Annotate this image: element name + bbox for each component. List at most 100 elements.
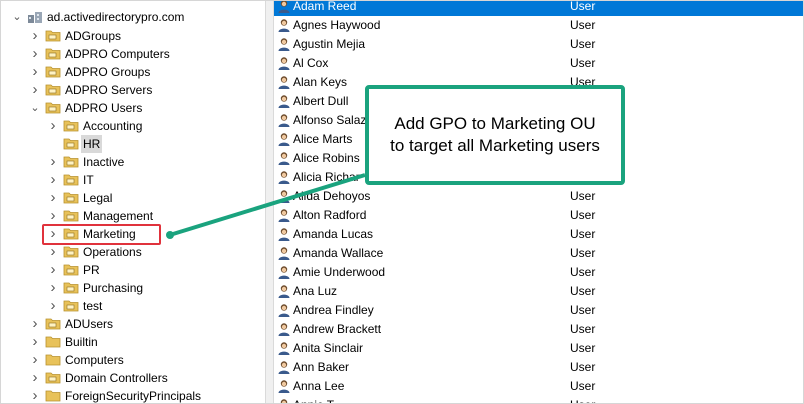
tree-item-label: PR <box>83 263 100 277</box>
tree-item-inactive[interactable]: › Inactive <box>1 153 265 171</box>
object-type: User <box>570 284 596 298</box>
chevron-right-icon[interactable]: › <box>29 27 41 45</box>
object-type: User <box>570 379 596 393</box>
list-item[interactable]: Adam Reed User <box>274 1 803 16</box>
tree-item-label: ADUsers <box>65 317 114 331</box>
tree-item-purchasing[interactable]: › Purchasing <box>1 279 265 297</box>
chevron-right-icon[interactable]: › <box>47 297 59 315</box>
user-name: Adam Reed <box>293 1 357 13</box>
user-name: Alicia Richar <box>293 170 360 184</box>
tree-item-label: Accounting <box>83 119 143 133</box>
tree-item-pr[interactable]: › PR <box>1 261 265 279</box>
tree-root-label: ad.activedirectorypro.com <box>47 10 185 24</box>
tree-item-builtin[interactable]: › Builtin <box>1 333 265 351</box>
tree-item-hr[interactable]: HR <box>1 135 265 153</box>
list-item[interactable]: Alton Radford User <box>274 206 803 225</box>
tree-root-domain[interactable]: ⌄ ad.activedirectorypro.com <box>1 8 265 26</box>
chevron-right-icon[interactable]: › <box>47 153 59 171</box>
tree-item-label: Builtin <box>65 335 98 349</box>
tree-item-test[interactable]: › test <box>1 297 265 315</box>
tree-item-label: ADPRO Computers <box>65 47 170 61</box>
list-item[interactable]: Ann Baker User <box>274 358 803 377</box>
list-item[interactable]: Alida Dehoyos User <box>274 187 803 206</box>
tree-item-computers[interactable]: › Computers <box>1 351 265 369</box>
tree-item-domain-controllers[interactable]: › Domain Controllers <box>1 369 265 387</box>
tree-item-label: ADPRO Servers <box>65 83 153 97</box>
chevron-right-icon[interactable]: › <box>29 315 41 333</box>
list-item[interactable]: Anna Lee User <box>274 377 803 396</box>
user-name: Albert Dull <box>293 94 349 108</box>
tree-item-adpro-groups[interactable]: › ADPRO Groups <box>1 63 265 81</box>
pane-splitter[interactable] <box>265 1 274 403</box>
chevron-right-icon[interactable]: › <box>29 81 41 99</box>
user-name: Alan Keys <box>293 75 348 89</box>
list-item[interactable]: Amanda Lucas User <box>274 225 803 244</box>
object-type: User <box>570 18 596 32</box>
tree-item-label: ADPRO Groups <box>65 65 151 79</box>
tree-item-adgroups[interactable]: › ADGroups <box>1 27 265 45</box>
chevron-right-icon[interactable]: › <box>29 351 41 369</box>
console-tree: ⌄ ⌄ ad.activedirectorypro.com ›ADGroups›… <box>1 1 265 403</box>
list-item[interactable]: Amie Underwood User <box>274 263 803 282</box>
list-item[interactable]: Andrew Brackett User <box>274 320 803 339</box>
user-name: Ana Luz <box>293 284 338 298</box>
list-item[interactable]: Amanda Wallace User <box>274 244 803 263</box>
user-name: Anita Sinclair <box>293 341 364 355</box>
chevron-down-icon[interactable]: ⌄ <box>29 99 41 117</box>
list-item[interactable]: Anita Sinclair User <box>274 339 803 358</box>
list-item[interactable]: Al Cox User <box>274 54 803 73</box>
chevron-right-icon[interactable]: › <box>29 387 41 403</box>
user-name: Al Cox <box>293 56 329 70</box>
chevron-right-icon[interactable]: › <box>47 243 59 261</box>
chevron-right-icon[interactable]: › <box>29 369 41 387</box>
list-item[interactable]: Agustin Mejia User <box>274 35 803 54</box>
object-type: User <box>570 246 596 260</box>
tree-item-label: test <box>83 299 103 313</box>
user-name: Amie Underwood <box>293 265 386 279</box>
object-type: User <box>570 265 596 279</box>
tree-item-operations[interactable]: › Operations <box>1 243 265 261</box>
list-item[interactable]: Andrea Findley User <box>274 301 803 320</box>
tree-item-adusers[interactable]: › ADUsers <box>1 315 265 333</box>
list-item[interactable]: Agnes Haywood User <box>274 16 803 35</box>
user-name: Agnes Haywood <box>293 18 381 32</box>
tree-item-accounting[interactable]: › Accounting <box>1 117 265 135</box>
chevron-right-icon[interactable]: › <box>47 207 59 225</box>
chevron-right-icon[interactable]: › <box>47 279 59 297</box>
chevron-right-icon[interactable]: › <box>47 261 59 279</box>
object-type: User <box>570 56 596 70</box>
object-type: User <box>570 208 596 222</box>
chevron-right-icon[interactable]: › <box>47 171 59 189</box>
object-type: User <box>570 341 596 355</box>
object-type: User <box>570 322 596 336</box>
tree-item-it[interactable]: › IT <box>1 171 265 189</box>
tree-item-adpro-computers[interactable]: › ADPRO Computers <box>1 45 265 63</box>
chevron-down-icon[interactable]: ⌄ <box>11 8 23 26</box>
user-name: Alton Radford <box>293 208 367 222</box>
chevron-right-icon[interactable]: › <box>29 333 41 351</box>
tree-item-legal[interactable]: › Legal <box>1 189 265 207</box>
list-item[interactable]: Ana Luz User <box>274 282 803 301</box>
tree-item-label: HR <box>81 135 103 153</box>
tree-item-label: ADPRO Users <box>65 101 143 115</box>
tree-item-adpro-servers[interactable]: › ADPRO Servers <box>1 81 265 99</box>
chevron-right-icon[interactable]: › <box>47 189 59 207</box>
tree-item-label: Inactive <box>83 155 125 169</box>
user-name: Alice Robins <box>293 151 360 165</box>
tree-item-label: Purchasing <box>83 281 144 295</box>
chevron-right-icon[interactable]: › <box>29 45 41 63</box>
tree-item-label: ADGroups <box>65 29 122 43</box>
object-type: User <box>570 1 596 13</box>
tree-item-adpro-users[interactable]: ⌄ ADPRO Users <box>1 99 265 117</box>
chevron-right-icon[interactable]: › <box>47 117 59 135</box>
list-item[interactable]: Annie T User <box>274 396 803 403</box>
object-type: User <box>570 37 596 51</box>
tree-item-management[interactable]: › Management <box>1 207 265 225</box>
user-name: Amanda Wallace <box>293 246 384 260</box>
chevron-right-icon[interactable]: › <box>29 63 41 81</box>
tree-item-label: IT <box>83 173 94 187</box>
object-type: User <box>570 396 595 403</box>
object-list: Adam Reed User Agnes Haywood User Agustin Me… <box>274 1 803 403</box>
tree-item-foreignsecurityprincipals[interactable]: › ForeignSecurityPrincipals <box>1 387 265 403</box>
tree-item-label: ForeignSecurityPrincipals <box>65 389 202 403</box>
